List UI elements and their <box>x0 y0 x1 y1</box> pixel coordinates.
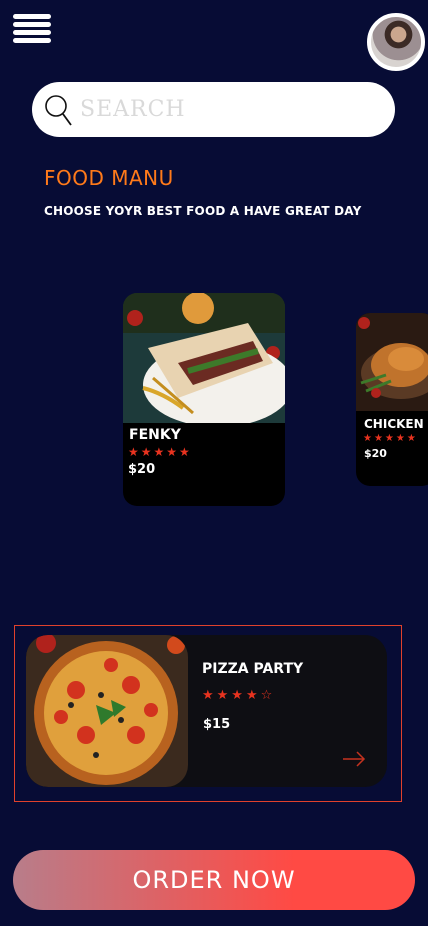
food-image <box>356 313 428 411</box>
rating-stars: ★★★★★ <box>128 445 192 459</box>
page-subtitle: CHOOSE YOYR BEST FOOD A HAVE GREAT DAY <box>44 204 362 218</box>
food-card-price: $20 <box>128 462 156 477</box>
food-card-name: CHICKEN <box>364 417 424 431</box>
featured-food-card[interactable]: PIZZA PARTY ★★★★☆ $15 <box>26 635 387 787</box>
arrow-right-icon[interactable] <box>342 751 366 767</box>
page-title: FOOD MANU <box>44 166 174 190</box>
pizza-image <box>26 635 188 787</box>
search-icon <box>45 94 72 126</box>
food-image <box>123 293 285 423</box>
hamburger-menu-icon[interactable] <box>13 14 51 46</box>
order-now-button[interactable]: ORDER NOW <box>13 850 415 910</box>
search-bar[interactable] <box>32 82 395 137</box>
food-card-chicken[interactable]: CHICKEN ★★★★★ $20 <box>356 313 428 486</box>
featured-food-name: PIZZA PARTY <box>202 661 304 677</box>
food-card-name: FENKY <box>129 427 181 443</box>
user-avatar[interactable] <box>367 13 425 71</box>
search-input[interactable] <box>80 97 360 122</box>
food-card-price: $20 <box>364 447 387 460</box>
featured-food-price: $15 <box>203 717 231 732</box>
rating-stars: ★★★★★ <box>363 433 418 444</box>
food-card-fenky[interactable]: FENKY ★★★★★ $20 <box>123 293 285 506</box>
rating-stars: ★★★★☆ <box>202 688 276 703</box>
